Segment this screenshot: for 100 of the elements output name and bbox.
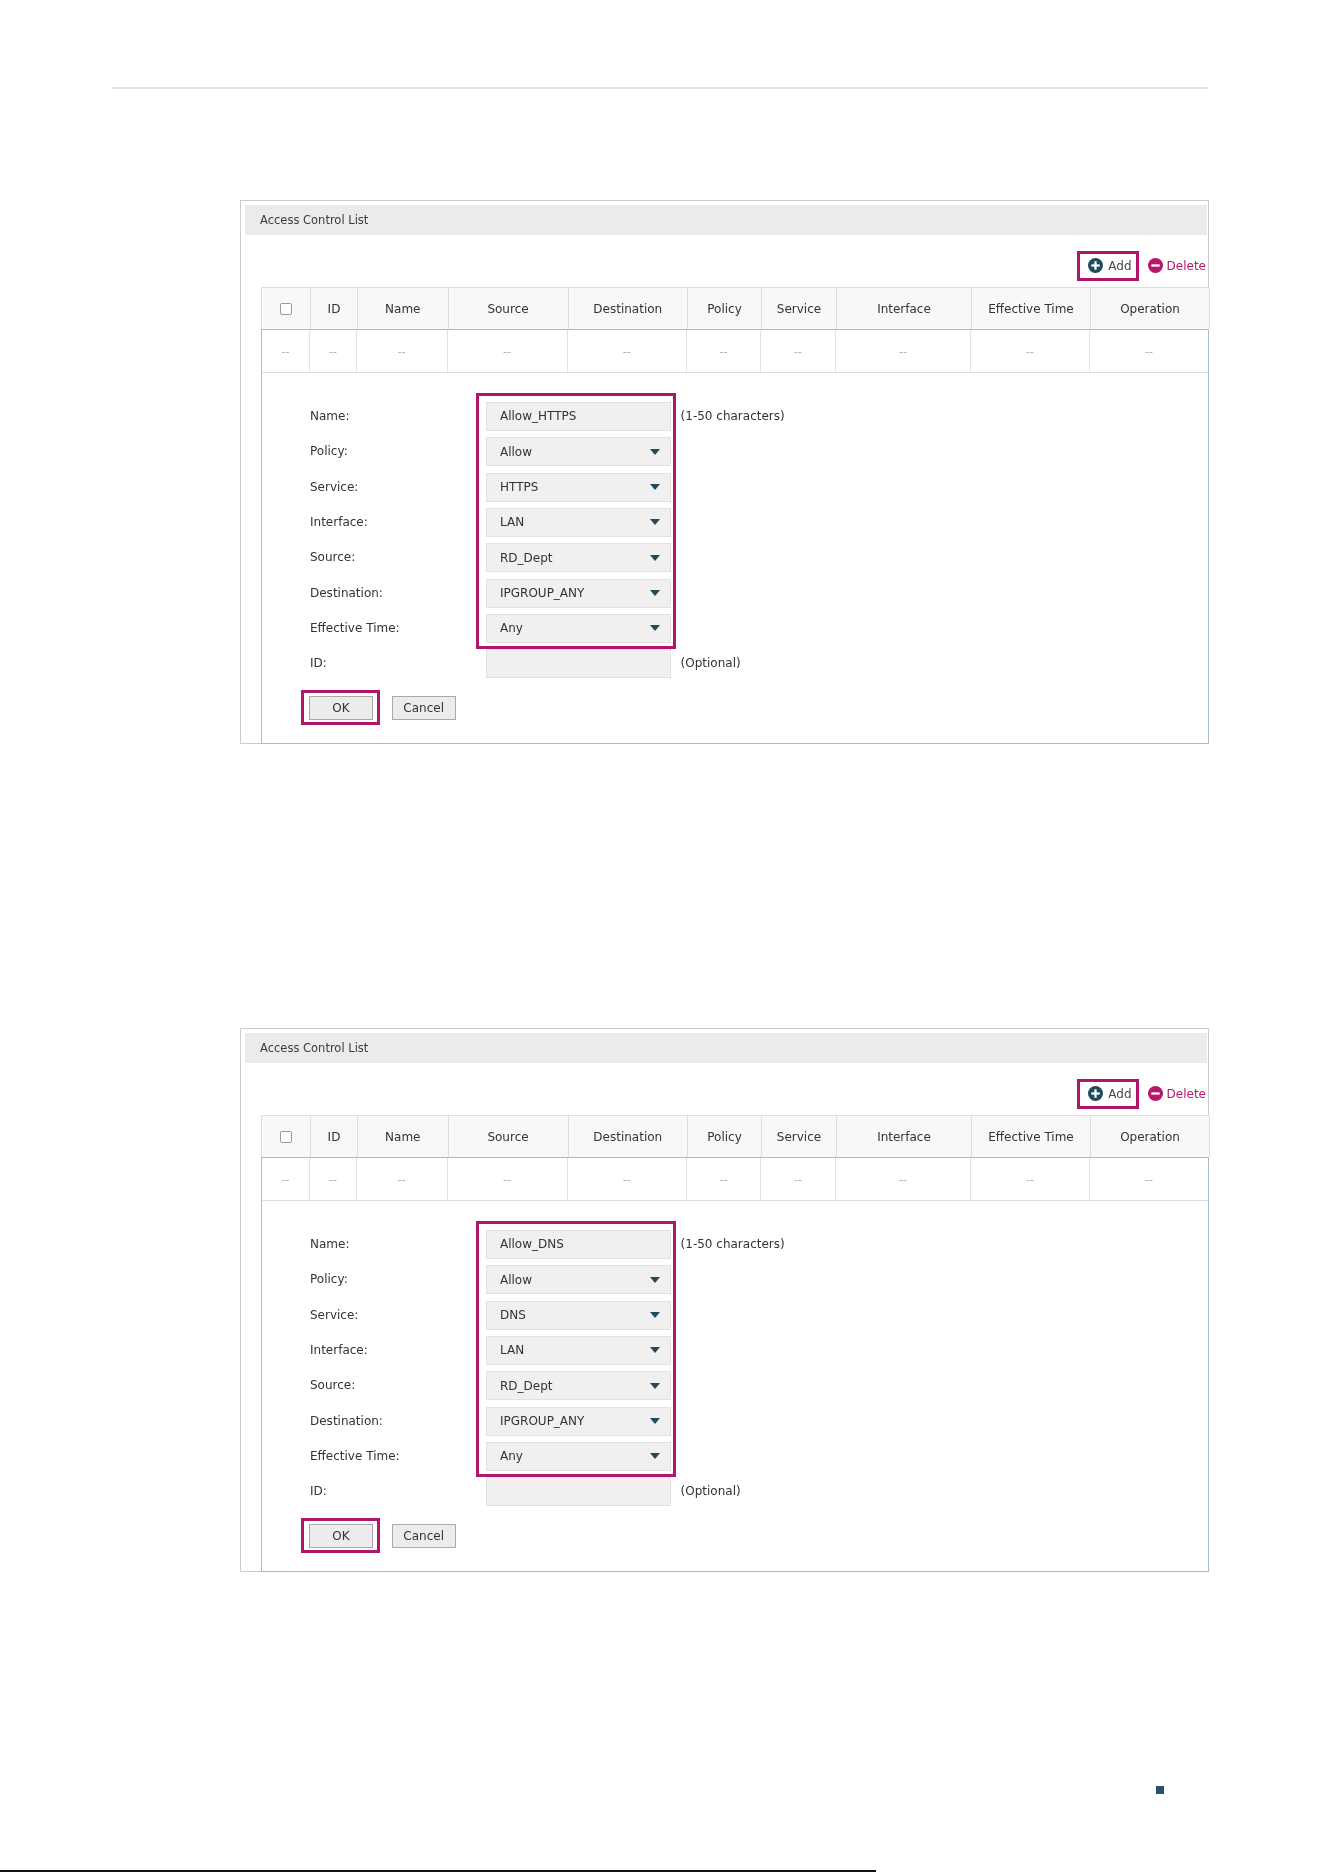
checkbox[interactable] (280, 302, 292, 315)
text-field[interactable] (485, 1477, 671, 1507)
add-button[interactable]: Add (1088, 253, 1132, 278)
field-label: Policy: (310, 1271, 349, 1289)
column-header: ID (311, 288, 358, 329)
table-cell: -- (262, 330, 310, 372)
field-label: Effective Time: (310, 1447, 401, 1465)
caret-down-icon (650, 519, 660, 526)
table-cell: -- (447, 330, 568, 372)
minus-circle-icon (1147, 258, 1163, 273)
caret-down-icon (650, 448, 660, 455)
column-header: Service (762, 288, 837, 329)
table-cell: -- (447, 1158, 568, 1200)
table-cell: -- (761, 330, 836, 372)
caret-down-icon (650, 1382, 660, 1389)
table-cell: -- (687, 1158, 761, 1200)
field-label: Source: (310, 1377, 357, 1395)
hint-text: (1-50 characters) (679, 1235, 786, 1253)
caret-down-icon (650, 484, 660, 490)
table-cell: -- (836, 1158, 971, 1200)
table-cell: -- (567, 330, 687, 372)
panel-header: Access Control List (245, 1032, 1207, 1063)
dropdown[interactable]: HTTPS (485, 472, 671, 502)
cancel-button[interactable]: Cancel (391, 695, 456, 720)
field-label: Destination: (310, 584, 384, 602)
panel-header: Access Control List (245, 204, 1207, 235)
field-label: Service: (310, 478, 360, 496)
table-cell: -- (567, 1158, 687, 1200)
table-cell-text: -- (1144, 1171, 1154, 1188)
table-cell: -- (971, 330, 1090, 372)
table-cell: -- (836, 330, 971, 372)
minus-circle-icon (1147, 1086, 1163, 1101)
dropdown[interactable]: IPGROUP_ANY (485, 1406, 671, 1436)
caret-down-icon (650, 1453, 660, 1460)
table-cell: -- (761, 1158, 836, 1200)
delete-button[interactable]: Delete (1147, 253, 1206, 278)
column-header: Effective Time (972, 288, 1091, 329)
table-cell: -- (310, 1158, 357, 1200)
caret-down-icon (650, 1347, 660, 1354)
column-header: Effective Time (972, 1116, 1091, 1157)
column-header: Service (762, 1116, 837, 1157)
table-cell: -- (357, 330, 448, 372)
caret-down-icon (650, 554, 660, 561)
dropdown[interactable]: LAN (485, 507, 671, 537)
column-header: Source (448, 1116, 569, 1157)
column-header: Name (358, 1116, 449, 1157)
field-label: Source: (310, 549, 357, 567)
caret-down-icon (650, 1418, 660, 1425)
field-label: Name: (310, 407, 351, 425)
column-header: Policy (688, 288, 762, 329)
plus-circle-icon (1088, 258, 1104, 273)
text-field[interactable]: Allow_DNS (485, 1229, 671, 1259)
table-cell: -- (971, 1158, 1090, 1200)
dropdown[interactable]: RD_Dept (485, 543, 671, 573)
caret-down-icon (650, 625, 660, 632)
text-field[interactable] (485, 649, 671, 679)
column-header: Destination (568, 1116, 688, 1157)
column-header: ID (311, 1116, 358, 1157)
dropdown[interactable]: Any (485, 613, 671, 643)
field-label: Destination: (310, 1412, 384, 1430)
checkbox[interactable] (280, 1130, 292, 1143)
column-header: Name (358, 288, 449, 329)
delete-button[interactable]: Delete (1147, 1081, 1206, 1106)
field-label: Policy: (310, 443, 349, 461)
field-label: Name: (310, 1235, 351, 1253)
field-label: Interface: (310, 513, 369, 531)
dropdown[interactable]: LAN (485, 1335, 671, 1365)
field-label: Interface: (310, 1341, 369, 1359)
field-label: Effective Time: (310, 619, 401, 637)
column-header: Interface (837, 288, 972, 329)
table-cell-text: -- (1144, 343, 1154, 360)
table-cell: -- (687, 330, 761, 372)
dropdown[interactable]: RD_Dept (485, 1371, 671, 1401)
dropdown[interactable]: Any (485, 1441, 671, 1471)
hint-text: (1-50 characters) (679, 407, 786, 425)
text-field[interactable]: Allow_HTTPS (485, 401, 671, 431)
dropdown[interactable]: DNS (485, 1300, 671, 1330)
table-cell: -- (310, 330, 357, 372)
dropdown[interactable]: Allow (485, 1265, 671, 1295)
column-header: Operation (1091, 288, 1210, 329)
hint-text: (Optional) (679, 1483, 742, 1501)
square-marker-icon (1156, 1786, 1164, 1795)
table-cell: -- (357, 1158, 448, 1200)
plus-circle-icon (1088, 1086, 1104, 1101)
field-label: Service: (310, 1306, 360, 1324)
column-header: Policy (688, 1116, 762, 1157)
field-label: ID: (310, 655, 328, 673)
ok-button[interactable]: OK (309, 695, 373, 720)
caret-down-icon (650, 590, 660, 597)
dropdown[interactable]: Allow (485, 437, 671, 467)
hint-text: (Optional) (679, 655, 742, 673)
cancel-button[interactable]: Cancel (391, 1523, 456, 1548)
column-header: Interface (837, 1116, 972, 1157)
caret-down-icon (650, 1276, 660, 1283)
add-button[interactable]: Add (1088, 1081, 1132, 1106)
ok-button[interactable]: OK (309, 1523, 373, 1548)
dropdown[interactable]: IPGROUP_ANY (485, 578, 671, 608)
field-label: ID: (310, 1483, 328, 1501)
column-header: Destination (568, 288, 688, 329)
column-header: Source (448, 288, 569, 329)
